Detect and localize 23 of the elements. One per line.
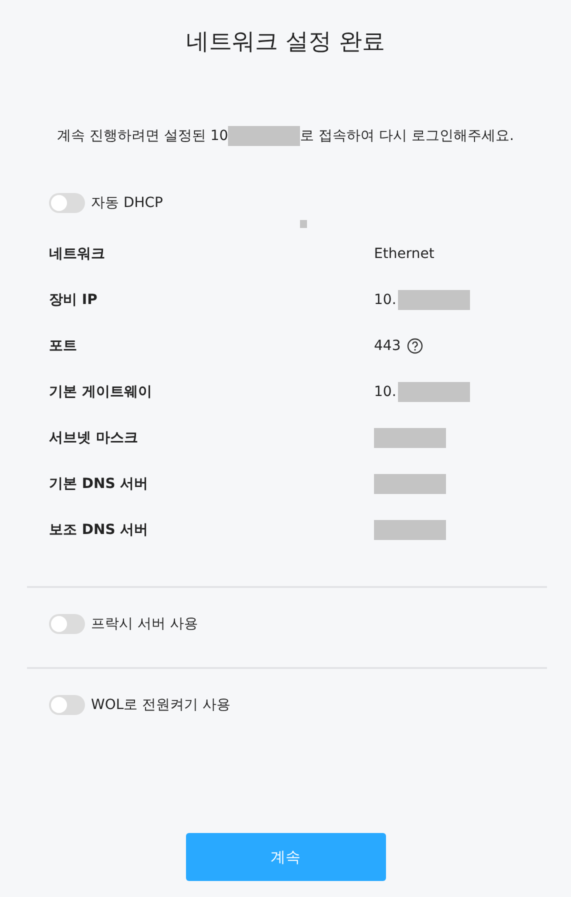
field-value: 443 (374, 338, 401, 354)
instruction-text: 로 접속하여 다시 로그인해주세요. (300, 127, 514, 145)
toggle-switch[interactable] (49, 193, 85, 213)
field-value: 10. (374, 384, 396, 400)
field-label: 포트 (49, 337, 78, 355)
field-label: 네트워크 (49, 245, 106, 263)
toggle-switch[interactable] (49, 614, 85, 634)
page-title: 네트워크 설정 완료 (185, 28, 386, 57)
redaction-block (300, 220, 307, 228)
field-label: 서브넷 마스크 (49, 429, 139, 447)
continue-button[interactable]: 계속 (186, 833, 386, 881)
field-label: 장비 IP (49, 291, 98, 309)
toggle-label: WOL로 전원켜기 사용 (91, 696, 231, 714)
field-label: 기본 DNS 서버 (49, 475, 150, 493)
help-icon[interactable] (406, 338, 423, 354)
field-value: 10. (374, 292, 396, 308)
toggle-label: 프락시 서버 사용 (91, 615, 198, 633)
toggle-switch[interactable] (49, 695, 85, 715)
instruction-text: 계속 진행하려면 설정된 10 (57, 127, 228, 145)
field-label: 보조 DNS 서버 (49, 521, 150, 539)
field-label: 기본 게이트웨이 (49, 383, 153, 401)
field-value: Ethernet (374, 246, 434, 262)
toggle-label: 자동 DHCP (91, 194, 163, 212)
